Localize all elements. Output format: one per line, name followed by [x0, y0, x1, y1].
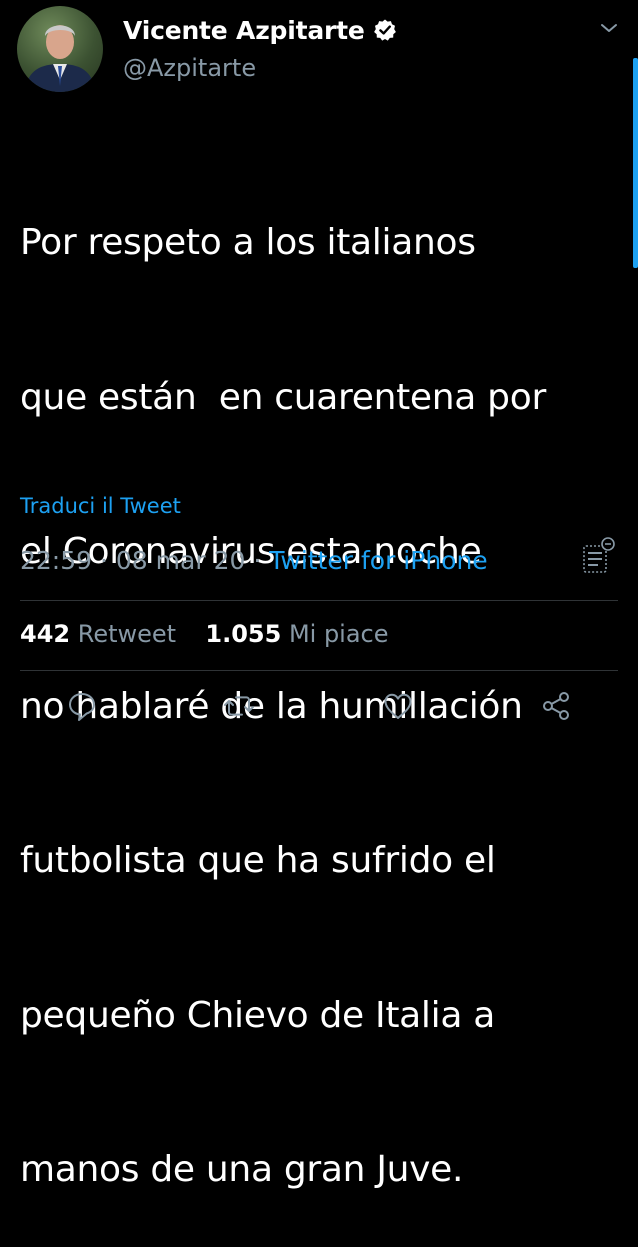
likes-count: 1.055 — [205, 620, 282, 648]
author-name-row[interactable]: Vicente Azpitarte — [123, 12, 397, 48]
tweet-text-line: Por respeto a los italianos — [20, 222, 476, 263]
retweets-label: Retweet — [77, 620, 177, 648]
translate-tweet-link[interactable]: Traduci il Tweet — [20, 494, 181, 518]
tweet-time: 22:59 — [20, 546, 93, 575]
like-icon[interactable] — [382, 690, 414, 722]
tweet-source-link[interactable]: Twitter for iPhone — [269, 546, 487, 575]
scrollbar[interactable] — [633, 58, 638, 268]
separator: · — [100, 546, 108, 575]
tweet-text: Por respeto a los italianos que están en… — [20, 114, 610, 1247]
analytics-icon[interactable] — [580, 536, 616, 576]
tweet-date: 08 mar 20 — [115, 546, 246, 575]
tweet-text-line: pequeño Chievo de Italia a — [20, 994, 495, 1036]
author-handle[interactable]: @Azpitarte — [123, 54, 256, 82]
tweet-text-line: no hablaré de la humillación — [20, 685, 523, 727]
likes-stat[interactable]: 1.055 Mi piace — [205, 620, 388, 648]
tweet-stats: 442 Retweet 1.055 Mi piace — [20, 620, 389, 648]
divider — [20, 670, 618, 671]
verified-badge-icon — [373, 18, 397, 42]
author-name[interactable]: Vicente Azpitarte — [123, 16, 365, 45]
retweet-icon[interactable] — [223, 690, 255, 722]
retweets-count: 442 — [20, 620, 71, 648]
chevron-down-icon[interactable] — [598, 20, 620, 36]
separator: · — [253, 546, 262, 575]
avatar[interactable] — [17, 6, 103, 92]
retweets-stat[interactable]: 442 Retweet — [20, 620, 184, 648]
share-icon[interactable] — [540, 690, 572, 722]
tweet-text-line: manos de una gran Juve. — [20, 1149, 464, 1190]
tweet-text-line: futbolista que ha sufrido el — [20, 840, 496, 881]
reply-icon[interactable] — [66, 690, 98, 722]
tweet-text-line: que están en cuarentena por — [20, 376, 546, 418]
divider — [20, 600, 618, 601]
likes-label: Mi piace — [288, 620, 389, 648]
tweet-meta: 22:59 · 08 mar 20 · Twitter for iPhone — [20, 546, 488, 575]
profile-photo — [25, 25, 95, 92]
